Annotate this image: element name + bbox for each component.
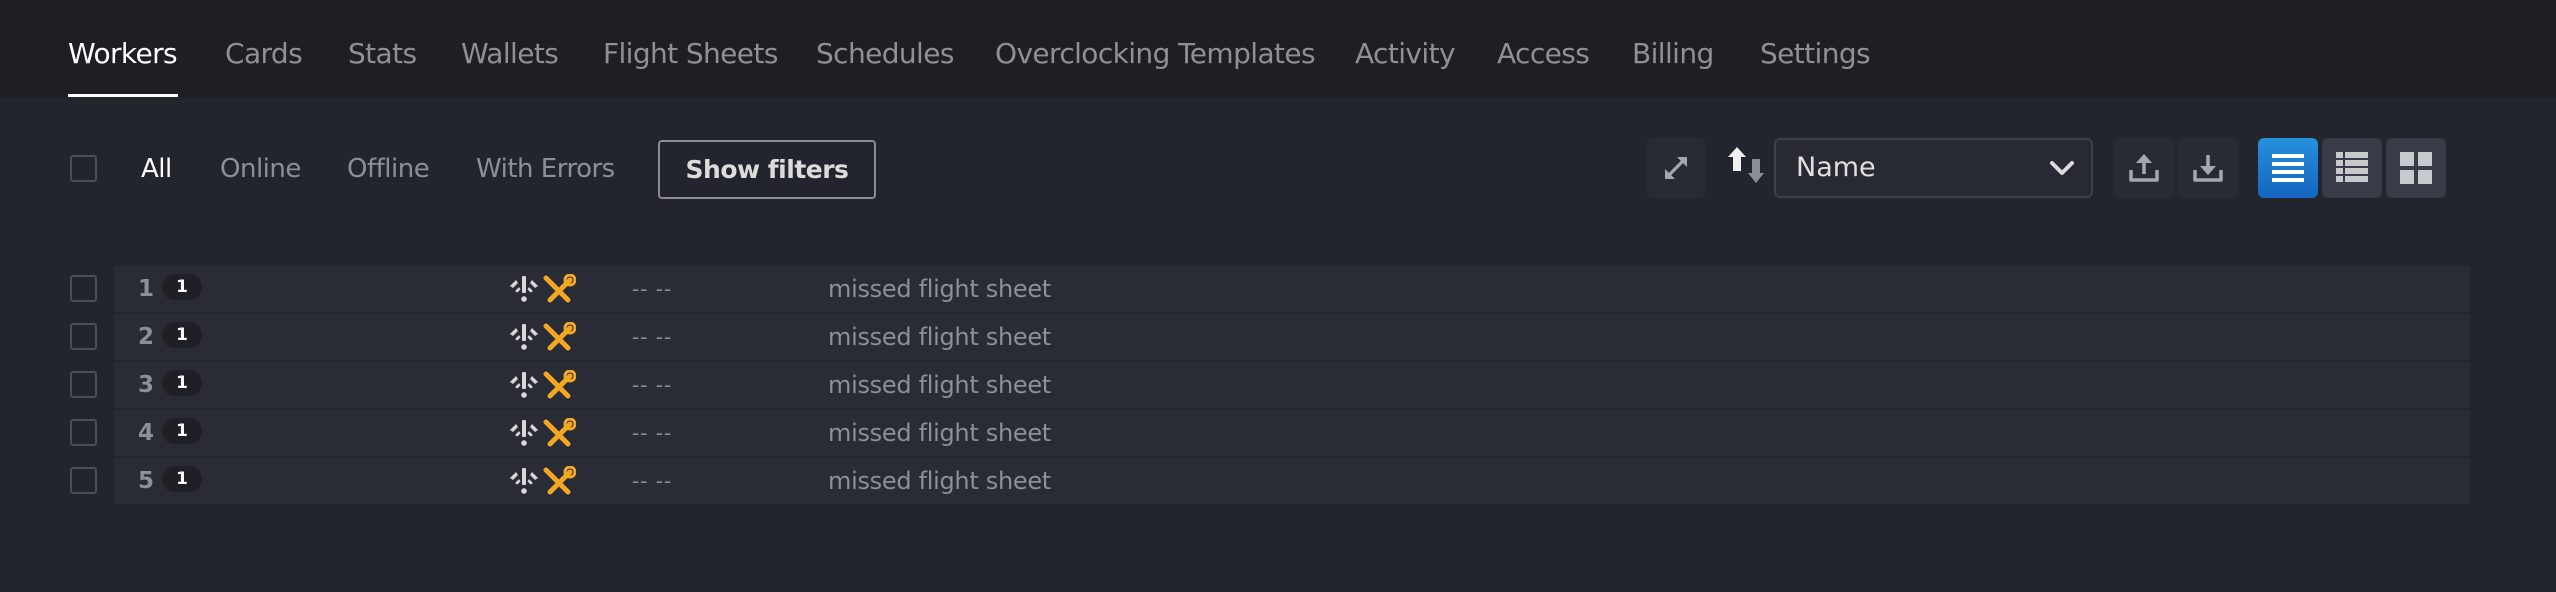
worker-status-icons [510,466,576,495]
top-navigation: Workers Cards Stats Wallets Flight Sheet… [0,0,2556,97]
worker-status-icons [510,322,576,351]
worker-status-icons [510,370,576,399]
upload-button[interactable] [2114,138,2174,198]
grid-view-icon [2400,152,2432,184]
worker-number: 3 [138,372,155,398]
worker-row[interactable]: 2 1 -- -- missed flight sheet [114,314,2470,360]
view-grid-button[interactable] [2386,138,2446,198]
filter-all[interactable]: All [141,151,172,187]
worker-hashrate: -- -- [632,373,673,397]
worker-number: 4 [138,420,155,446]
filter-online[interactable]: Online [220,151,301,187]
worker-status-icons [510,418,576,447]
worker-row[interactable]: 5 1 -- -- missed flight sheet [114,458,2470,504]
worker-gpu-count-badge: 1 [162,466,202,492]
worker-hashrate: -- -- [632,325,673,349]
sort-select[interactable]: Name [1774,138,2093,198]
worker-number: 1 [138,276,155,302]
worker-gpu-count-badge: 1 [162,322,202,348]
tab-schedules[interactable]: Schedules [816,34,954,74]
worker-status-message: missed flight sheet [828,371,1051,399]
tools-icon [543,466,576,495]
tab-cards[interactable]: Cards [225,34,303,74]
row-checkbox[interactable] [70,323,97,350]
worker-gpu-count-badge: 1 [162,274,202,300]
rows-view-icon [2272,154,2304,182]
list-view-icon [2336,152,2368,182]
sort-up-down-icon [1728,147,1764,183]
tab-stats[interactable]: Stats [348,34,417,74]
chevron-down-icon [2050,161,2074,175]
show-filters-button[interactable]: Show filters [658,140,876,199]
worker-row[interactable]: 4 1 -- -- missed flight sheet [114,410,2470,456]
wifi-off-icon [510,276,538,302]
worker-gpu-count-badge: 1 [162,370,202,396]
row-checkbox[interactable] [70,371,97,398]
tab-access[interactable]: Access [1497,34,1590,74]
tab-activity[interactable]: Activity [1355,34,1456,74]
filter-offline[interactable]: Offline [347,151,430,187]
tools-icon [543,322,576,351]
worker-hashrate: -- -- [632,277,673,301]
expand-arrows-icon [1665,157,1687,179]
view-list-button[interactable] [2322,138,2382,198]
tools-icon [543,418,576,447]
filter-with-errors[interactable]: With Errors [476,151,615,187]
tools-icon [543,274,576,303]
sort-direction-toggle[interactable] [1726,145,1766,185]
worker-status-message: missed flight sheet [828,467,1051,495]
tab-wallets[interactable]: Wallets [461,34,559,74]
worker-row[interactable]: 3 1 -- -- missed flight sheet [114,362,2470,408]
worker-status-message: missed flight sheet [828,275,1051,303]
workers-toolbar: All Online Offline With Errors Show filt… [0,97,2556,247]
worker-status-icons [510,274,576,303]
worker-status-message: missed flight sheet [828,323,1051,351]
worker-row[interactable]: 1 1 -- -- missed flight sheet [114,266,2470,312]
worker-status-message: missed flight sheet [828,419,1051,447]
wifi-off-icon [510,420,538,446]
row-checkbox[interactable] [70,419,97,446]
tab-settings[interactable]: Settings [1760,34,1871,74]
upload-icon [2129,154,2159,182]
expand-button[interactable] [1646,138,1706,198]
tab-flight-sheets[interactable]: Flight Sheets [603,34,778,74]
tools-icon [543,370,576,399]
select-all-checkbox[interactable] [70,155,97,182]
wifi-off-icon [510,468,538,494]
worker-number: 2 [138,324,155,350]
worker-hashrate: -- -- [632,469,673,493]
download-button[interactable] [2178,138,2238,198]
view-rows-button[interactable] [2258,138,2318,198]
tab-billing[interactable]: Billing [1632,34,1714,74]
tab-overclocking-templates[interactable]: Overclocking Templates [995,34,1316,74]
worker-hashrate: -- -- [632,421,673,445]
row-checkbox[interactable] [70,275,97,302]
worker-gpu-count-badge: 1 [162,418,202,444]
wifi-off-icon [510,324,538,350]
wifi-off-icon [510,372,538,398]
worker-number: 5 [138,468,155,494]
sort-select-value: Name [1796,152,1876,183]
row-checkbox[interactable] [70,467,97,494]
download-icon [2193,155,2223,182]
tab-workers[interactable]: Workers [68,34,178,74]
